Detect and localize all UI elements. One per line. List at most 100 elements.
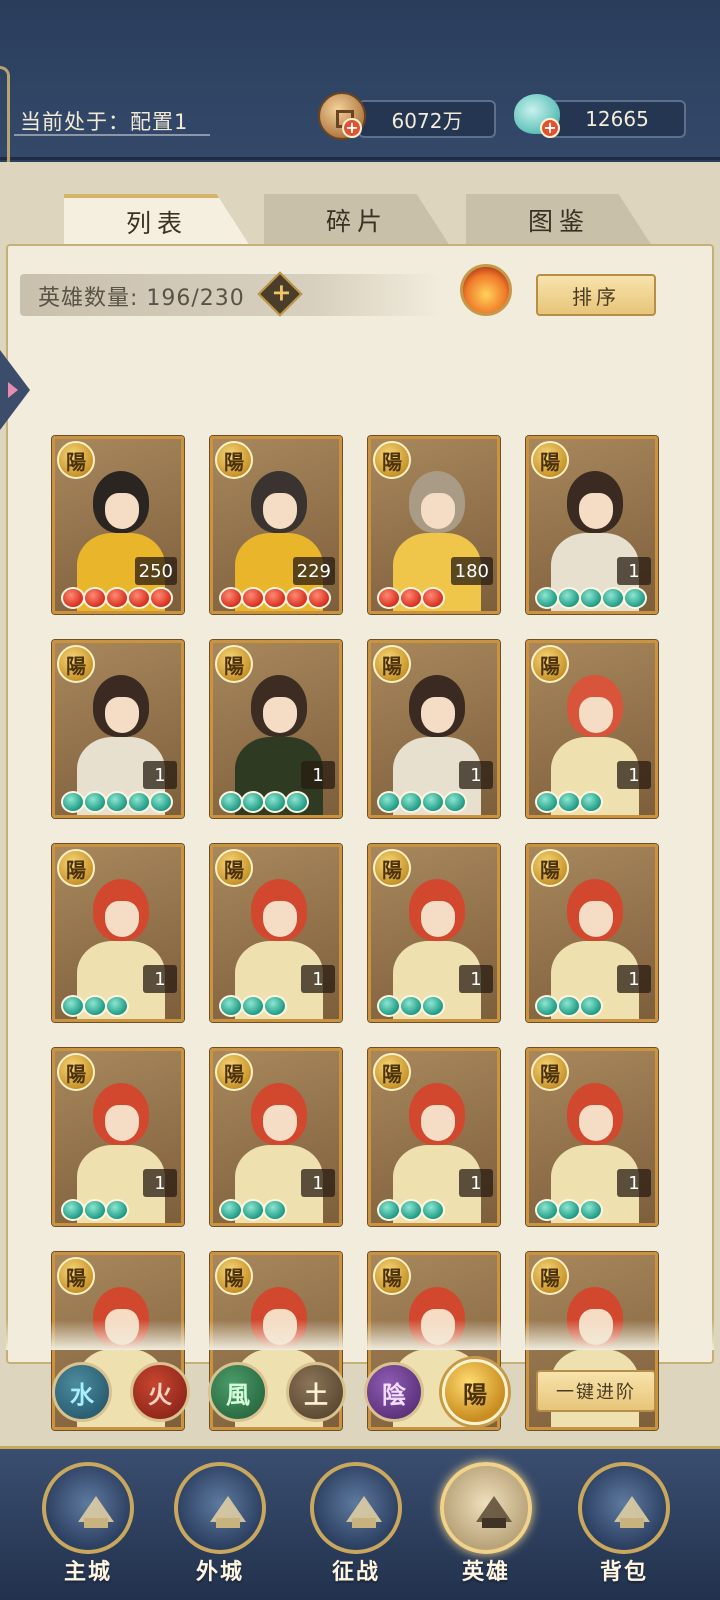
sort-button[interactable]: 排序 — [536, 274, 656, 316]
nav-main-city[interactable]: 主城 — [38, 1462, 138, 1594]
star-pips — [377, 791, 467, 813]
star-pip-icon — [241, 791, 265, 813]
coin-amount: 6072万 — [391, 108, 463, 133]
filter-water-icon[interactable]: 水 — [52, 1362, 112, 1422]
star-pip-icon — [579, 1199, 603, 1221]
hero-card[interactable]: 陽1 — [210, 640, 342, 818]
hero-level: 1 — [617, 761, 651, 789]
filter-yang-icon[interactable]: 陽 — [442, 1359, 508, 1425]
star-pip-icon — [149, 791, 173, 813]
hero-card[interactable]: 陽1 — [52, 640, 184, 818]
yang-element-badge-icon: 陽 — [57, 645, 95, 683]
hero-card[interactable]: 陽1 — [526, 436, 658, 614]
filter-fire-icon[interactable]: 火 — [130, 1362, 190, 1422]
star-pip-icon — [263, 1199, 287, 1221]
outer-city-icon — [174, 1462, 266, 1554]
main-city-icon — [42, 1462, 134, 1554]
star-pip-icon — [557, 1199, 581, 1221]
star-pip-icon — [623, 587, 647, 609]
hero-card[interactable]: 陽1 — [368, 640, 500, 818]
star-pip-icon — [579, 587, 603, 609]
yang-element-badge-icon: 陽 — [215, 1257, 253, 1295]
list-fade — [6, 1320, 714, 1350]
star-pip-icon — [557, 587, 581, 609]
campaign-icon — [310, 1462, 402, 1554]
yang-element-badge-icon: 陽 — [57, 1257, 95, 1295]
star-pips — [61, 587, 173, 609]
nav-label: 外城 — [195, 1560, 244, 1585]
filter-wind-icon[interactable]: 風 — [208, 1362, 268, 1422]
star-pip-icon — [377, 791, 401, 813]
star-pips — [61, 791, 173, 813]
nav-campaign[interactable]: 征战 — [306, 1462, 406, 1594]
star-pip-icon — [579, 791, 603, 813]
star-pip-icon — [285, 791, 309, 813]
filter-earth-icon[interactable]: 土 — [286, 1362, 346, 1422]
yang-element-badge-icon: 陽 — [215, 645, 253, 683]
star-pip-icon — [399, 791, 423, 813]
config-label[interactable]: 当前处于：配置1 — [20, 106, 188, 136]
hero-card[interactable]: 陽 229 — [210, 436, 342, 614]
hero-card[interactable]: 陽1 — [210, 1048, 342, 1226]
star-pip-icon — [105, 587, 129, 609]
star-pip-icon — [557, 791, 581, 813]
star-pips — [377, 995, 445, 1017]
filter-yin-icon[interactable]: 陰 — [364, 1362, 424, 1422]
hero-card[interactable]: 陽1 — [52, 1048, 184, 1226]
star-pip-icon — [83, 1199, 107, 1221]
jade-counter: 12665 — [548, 100, 686, 138]
coin-counter: 6072万 — [358, 100, 496, 138]
star-pip-icon — [557, 995, 581, 1017]
hero-level: 1 — [143, 761, 177, 789]
star-pip-icon — [241, 1199, 265, 1221]
hero-level: 1 — [301, 965, 335, 993]
nav-label: 英雄 — [461, 1560, 510, 1585]
hero-card[interactable]: 陽 180 — [368, 436, 500, 614]
hero-card[interactable]: 陽1 — [526, 1048, 658, 1226]
config-underline — [14, 134, 210, 136]
hero-card[interactable]: 陽1 — [526, 640, 658, 818]
hero-level: 250 — [134, 557, 177, 585]
nav-label: 征战 — [331, 1560, 380, 1585]
yang-element-badge-icon: 陽 — [373, 1257, 411, 1295]
hero-level: 180 — [450, 557, 493, 585]
hero-level: 229 — [292, 557, 335, 585]
add-jade-plus-icon[interactable]: + — [540, 118, 560, 138]
star-pips — [377, 587, 445, 609]
star-pip-icon — [127, 791, 151, 813]
hero-count-label: 英雄数量: 196/230 — [38, 286, 245, 311]
config-frame-decoration — [0, 66, 10, 170]
hero-card[interactable]: 陽1 — [210, 844, 342, 1022]
star-pip-icon — [219, 587, 243, 609]
hero-level: 1 — [459, 761, 493, 789]
star-pips — [61, 1199, 129, 1221]
hero-level: 1 — [301, 761, 335, 789]
star-pip-icon — [105, 1199, 129, 1221]
star-pip-icon — [105, 995, 129, 1017]
yang-element-badge-icon: 陽 — [215, 849, 253, 887]
nav-backpack[interactable]: 背包 — [574, 1462, 674, 1594]
hero-card[interactable]: 陽1 — [368, 844, 500, 1022]
star-pips — [219, 995, 287, 1017]
hero-card[interactable]: 陽1 — [52, 844, 184, 1022]
hero-card[interactable]: 陽1 — [368, 1048, 500, 1226]
star-pip-icon — [83, 587, 107, 609]
hero-icon — [440, 1462, 532, 1554]
nav-label: 主城 — [63, 1560, 112, 1585]
add-coins-plus-icon[interactable]: + — [342, 118, 362, 138]
star-pip-icon — [377, 1199, 401, 1221]
nav-hero[interactable]: 英雄 — [436, 1462, 536, 1594]
flame-icon[interactable] — [460, 264, 512, 316]
star-pip-icon — [149, 587, 173, 609]
hero-card[interactable]: 陽 250 — [52, 436, 184, 614]
star-pips — [535, 1199, 603, 1221]
star-pip-icon — [307, 587, 331, 609]
nav-outer-city[interactable]: 外城 — [170, 1462, 270, 1594]
yang-element-badge-icon: 陽 — [531, 849, 569, 887]
hero-level: 1 — [459, 965, 493, 993]
hero-card[interactable]: 陽1 — [526, 844, 658, 1022]
star-pip-icon — [241, 995, 265, 1017]
star-pip-icon — [421, 1199, 445, 1221]
one-click-advance-button[interactable]: 一键进阶 — [536, 1370, 656, 1412]
hero-level: 1 — [459, 1169, 493, 1197]
